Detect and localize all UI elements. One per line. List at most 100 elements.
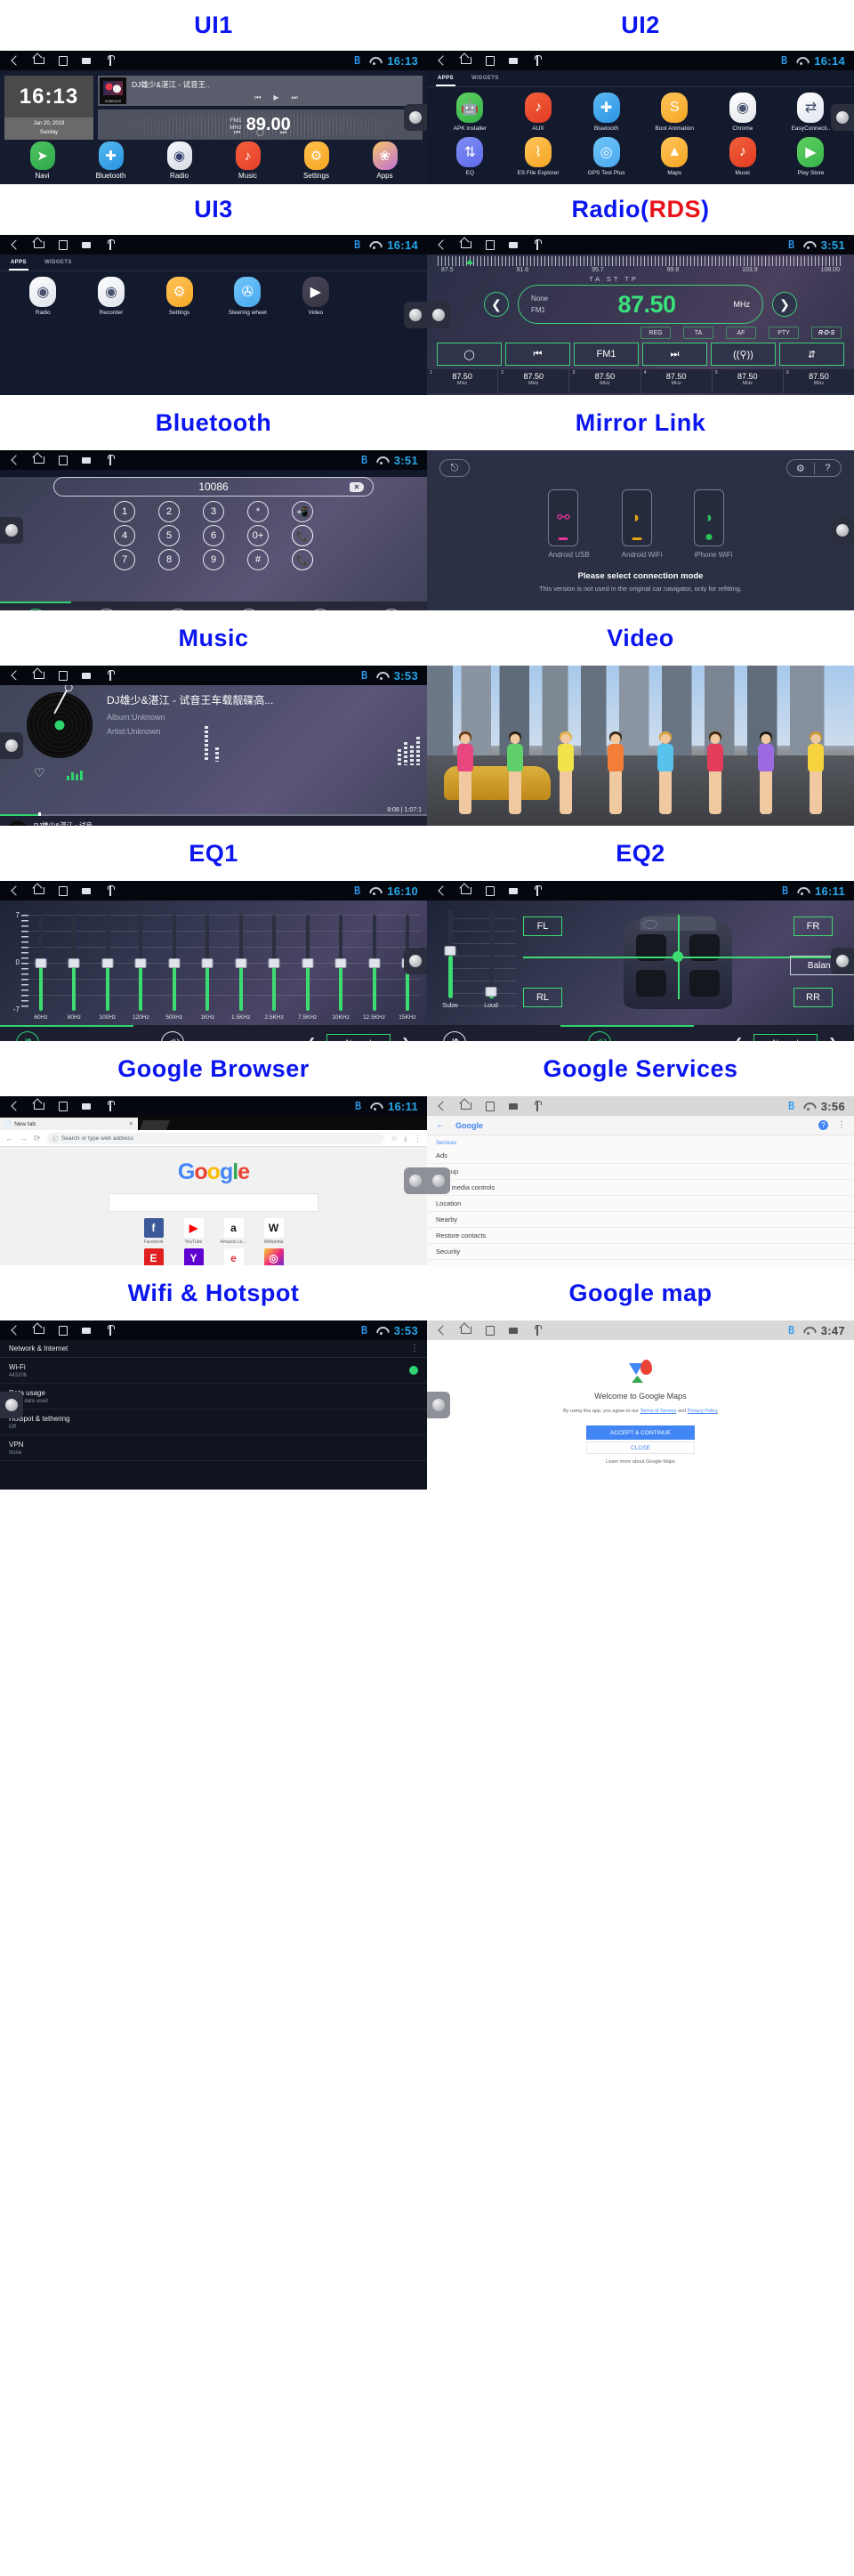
floating-knob[interactable] xyxy=(0,517,23,544)
key-2[interactable]: 2 xyxy=(158,501,180,522)
tab-apps[interactable]: APPS xyxy=(9,257,28,271)
statusbar-nav-icons[interactable] xyxy=(436,1100,544,1112)
search-icon[interactable]: ◯ xyxy=(256,128,264,137)
app-recorder[interactable]: ◉ Recorder xyxy=(77,277,146,316)
help-icon[interactable]: ? xyxy=(815,463,842,473)
list-item[interactable]: Hotspot & tethering Off xyxy=(0,1409,427,1435)
tab-widgets[interactable]: WIDGETS xyxy=(43,257,74,271)
key-fnfn[interactable]: 📞 xyxy=(292,549,313,570)
browser-tab[interactable]: 📄 New tab ✕ xyxy=(0,1118,138,1130)
usb-icon[interactable] xyxy=(532,884,544,897)
eq-band-500hz[interactable]: 500Hz xyxy=(162,909,187,1021)
key-4[interactable]: 4 xyxy=(114,525,135,546)
equalizer-icon[interactable]: ⇵ xyxy=(16,1031,39,1041)
star-icon[interactable]: ☆ xyxy=(391,1134,398,1143)
call-log-icon[interactable]: ✆ xyxy=(167,609,189,610)
key-0+[interactable]: 0+ xyxy=(247,525,269,546)
radio-dial[interactable]: 87.5 91.6 95.7 99.8 103.9 108.00 xyxy=(427,254,854,273)
dock-item-radio[interactable]: ◉ Radio xyxy=(152,141,207,180)
app-maps[interactable]: ▲ Maps xyxy=(640,137,709,176)
new-tab-icon[interactable] xyxy=(140,1120,170,1130)
speaker-icon[interactable]: ◁)) xyxy=(161,1031,185,1041)
rds-button-pty[interactable]: PTY xyxy=(769,327,799,339)
eq-band-1khz[interactable]: 1KHz xyxy=(195,909,220,1021)
list-item[interactable]: Security xyxy=(427,1244,854,1260)
usb-icon[interactable] xyxy=(105,1100,117,1112)
overflow-menu-icon[interactable]: ⋮ xyxy=(837,1120,846,1130)
key-*[interactable]: * xyxy=(247,501,269,522)
recents-icon[interactable] xyxy=(484,885,495,897)
recents-icon[interactable] xyxy=(57,1101,68,1112)
home-icon[interactable] xyxy=(460,55,471,67)
app-video[interactable]: ▶ Video xyxy=(282,277,350,316)
tab-apps[interactable]: APPS xyxy=(436,73,455,86)
app-steering-wheel[interactable]: ✇ Steering wheel xyxy=(214,277,282,316)
search-icon[interactable]: ◯ xyxy=(437,343,502,366)
key-1[interactable]: 1 xyxy=(114,501,135,522)
usb-icon[interactable] xyxy=(532,54,544,67)
next-icon[interactable]: ⏭ xyxy=(280,128,286,137)
app-radio[interactable]: ◉ Radio xyxy=(9,277,77,316)
radio-widget[interactable]: FM1 MHz 89.00 ⏮ ◯ ⏭ xyxy=(98,109,423,140)
screenshot-icon[interactable] xyxy=(81,239,93,251)
list-item[interactable]: Restore contacts xyxy=(427,1228,854,1244)
key-9[interactable]: 9 xyxy=(203,549,224,570)
dock-item-bluetooth[interactable]: ✚ Bluetooth xyxy=(84,141,139,180)
key-8[interactable]: 8 xyxy=(158,549,180,570)
key-3[interactable]: 3 xyxy=(203,501,224,522)
sync-phone-icon[interactable]: ▣ xyxy=(238,609,260,610)
forward-icon[interactable]: → xyxy=(20,1134,28,1143)
app-settings[interactable]: ⚙ Settings xyxy=(145,277,214,316)
floating-knob[interactable] xyxy=(427,302,450,328)
app-gps-test-plus[interactable]: ◎ GPS Test Plus xyxy=(572,137,640,176)
overflow-menu-icon[interactable]: ⋮ xyxy=(414,1134,422,1143)
exit-icon[interactable]: ⎋ xyxy=(439,459,470,477)
statusbar-nav-icons[interactable] xyxy=(436,884,544,897)
tab-widgets[interactable]: WIDGETS xyxy=(470,73,501,86)
usb-icon[interactable] xyxy=(105,54,117,67)
download-icon[interactable]: ⤓ xyxy=(404,1134,407,1143)
key-#[interactable]: # xyxy=(247,549,269,570)
screenshot-icon[interactable] xyxy=(81,1101,93,1112)
list-item[interactable]: Cast media controls xyxy=(427,1180,854,1196)
key-fnfn[interactable]: 📲 xyxy=(292,501,313,522)
antenna-icon[interactable]: ((⚲)) xyxy=(711,343,776,366)
key-fnfn[interactable]: 📞 xyxy=(292,525,313,546)
dialpad-icon[interactable]: ⠿ xyxy=(25,609,46,610)
back-icon[interactable]: ← xyxy=(5,1134,13,1143)
preset-6[interactable]: 6 87.50 MHz xyxy=(784,369,854,393)
floating-knob[interactable] xyxy=(831,517,854,544)
contacts-icon[interactable]: ☺ xyxy=(96,609,117,610)
recents-icon[interactable] xyxy=(484,1325,495,1336)
terms-link[interactable]: Terms of Service xyxy=(640,1409,677,1414)
rds-button-reg[interactable]: REG xyxy=(640,327,671,339)
home-icon[interactable] xyxy=(33,1101,44,1112)
eq-band-60hz[interactable]: 60Hz xyxy=(28,909,53,1021)
list-item[interactable]: Backup xyxy=(427,1164,854,1180)
dock-item-apps[interactable]: ❀ Apps xyxy=(358,141,413,180)
app-bluetooth[interactable]: ✚ Bluetooth xyxy=(572,93,640,132)
usb-icon[interactable] xyxy=(105,669,117,682)
bt-music-icon[interactable]: ♫ xyxy=(310,609,331,610)
back-icon[interactable] xyxy=(436,55,447,67)
home-icon[interactable] xyxy=(460,1325,471,1336)
prev-icon[interactable]: ⏮ xyxy=(159,824,170,827)
app-boot-animation[interactable]: S Boot Animation xyxy=(640,93,709,132)
key-6[interactable]: 6 xyxy=(203,525,224,546)
next-preset-button[interactable]: ❯ xyxy=(401,1036,411,1041)
speaker-icon[interactable]: ◁)) xyxy=(588,1031,612,1041)
home-icon[interactable] xyxy=(33,455,44,466)
statusbar-nav-icons[interactable] xyxy=(9,454,117,466)
reload-icon[interactable]: ⟳ xyxy=(34,1134,41,1143)
app-chrome[interactable]: ◉ Chrome xyxy=(709,93,777,132)
screenshot-icon[interactable] xyxy=(81,1325,93,1336)
statusbar-nav-icons[interactable] xyxy=(436,238,544,251)
help-icon[interactable]: ? xyxy=(818,1120,828,1130)
rds-button-af[interactable]: AF xyxy=(726,327,756,339)
search-input[interactable] xyxy=(109,1193,318,1212)
usb-icon[interactable] xyxy=(532,1324,544,1336)
preset-2[interactable]: 2 87.50 MHz xyxy=(498,369,570,393)
page-dots[interactable] xyxy=(427,393,854,395)
learn-more-link[interactable]: Learn more about Google Maps xyxy=(427,1459,854,1465)
home-icon[interactable] xyxy=(33,55,44,67)
